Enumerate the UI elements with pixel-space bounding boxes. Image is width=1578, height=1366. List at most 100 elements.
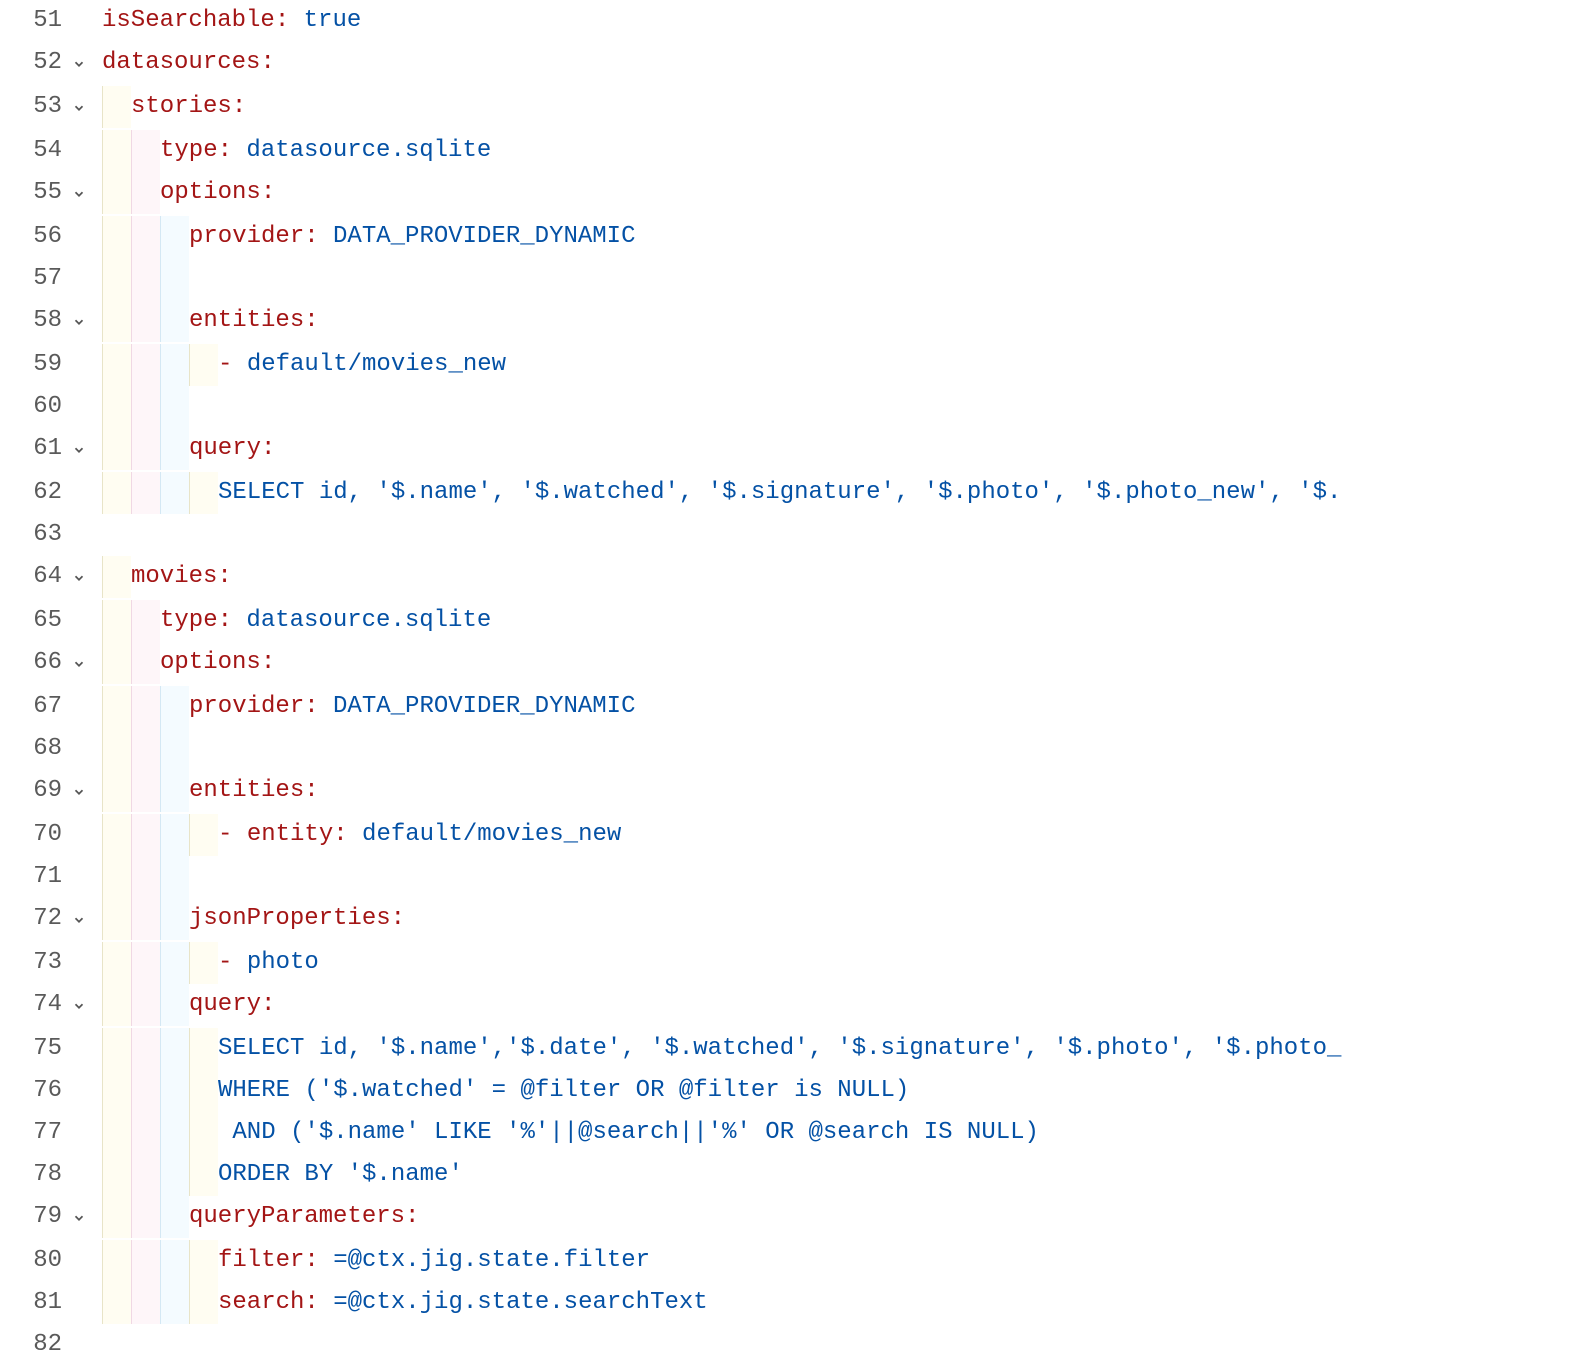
fold-toggle[interactable] bbox=[72, 642, 98, 686]
code-line[interactable]: 67 provider: DATA_PROVIDER_DYNAMIC bbox=[0, 686, 1578, 728]
code-content[interactable]: movies: bbox=[98, 556, 1578, 600]
line-number[interactable]: 74 bbox=[0, 984, 72, 1028]
code-content[interactable] bbox=[98, 1324, 1578, 1366]
code-line[interactable]: 76 WHERE ('$.watched' = @filter OR @filte… bbox=[0, 1070, 1578, 1112]
fold-toggle[interactable] bbox=[72, 556, 98, 600]
fold-toggle[interactable] bbox=[72, 428, 98, 472]
code-line[interactable]: 79 queryParameters: bbox=[0, 1196, 1578, 1240]
code-line[interactable]: 71 bbox=[0, 856, 1578, 898]
code-content[interactable] bbox=[98, 856, 1578, 898]
line-number[interactable]: 65 bbox=[0, 600, 72, 642]
fold-toggle[interactable] bbox=[72, 86, 98, 130]
line-number[interactable]: 54 bbox=[0, 130, 72, 172]
code-content[interactable]: SELECT id, '$.name', '$.watched', '$.sig… bbox=[98, 472, 1578, 514]
code-content[interactable]: - photo bbox=[98, 942, 1578, 984]
code-line[interactable]: 82 bbox=[0, 1324, 1578, 1366]
code-content[interactable]: provider: DATA_PROVIDER_DYNAMIC bbox=[98, 216, 1578, 258]
code-line[interactable]: 74 query: bbox=[0, 984, 1578, 1028]
line-number[interactable]: 52 bbox=[0, 42, 72, 86]
code-content[interactable]: options: bbox=[98, 642, 1578, 686]
code-content[interactable]: - default/movies_new bbox=[98, 344, 1578, 386]
line-number[interactable]: 71 bbox=[0, 856, 72, 898]
line-number[interactable]: 64 bbox=[0, 556, 72, 600]
code-content[interactable]: queryParameters: bbox=[98, 1196, 1578, 1240]
code-line[interactable]: 63 bbox=[0, 514, 1578, 556]
code-content[interactable] bbox=[98, 386, 1578, 428]
line-number[interactable]: 60 bbox=[0, 386, 72, 428]
line-number[interactable]: 72 bbox=[0, 898, 72, 942]
line-number[interactable]: 51 bbox=[0, 0, 72, 42]
code-content[interactable]: search: =@ctx.jig.state.searchText bbox=[98, 1282, 1578, 1324]
line-number[interactable]: 81 bbox=[0, 1282, 72, 1324]
fold-toggle[interactable] bbox=[72, 898, 98, 942]
code-content[interactable]: ORDER BY '$.name' bbox=[98, 1154, 1578, 1196]
fold-toggle[interactable] bbox=[72, 172, 98, 216]
code-line[interactable]: 65 type: datasource.sqlite bbox=[0, 600, 1578, 642]
code-line[interactable]: 62 SELECT id, '$.name', '$.watched', '$.s… bbox=[0, 472, 1578, 514]
line-number[interactable]: 55 bbox=[0, 172, 72, 216]
code-line[interactable]: 81 search: =@ctx.jig.state.searchText bbox=[0, 1282, 1578, 1324]
code-line[interactable]: 66 options: bbox=[0, 642, 1578, 686]
fold-toggle[interactable] bbox=[72, 1196, 98, 1240]
line-number[interactable]: 68 bbox=[0, 728, 72, 770]
line-number[interactable]: 61 bbox=[0, 428, 72, 472]
code-line[interactable]: 78 ORDER BY '$.name' bbox=[0, 1154, 1578, 1196]
code-content[interactable]: type: datasource.sqlite bbox=[98, 130, 1578, 172]
code-line[interactable]: 55 options: bbox=[0, 172, 1578, 216]
code-content[interactable]: options: bbox=[98, 172, 1578, 216]
line-number[interactable]: 67 bbox=[0, 686, 72, 728]
code-content[interactable]: AND ('$.name' LIKE '%'||@search||'%' OR … bbox=[98, 1112, 1578, 1154]
line-number[interactable]: 58 bbox=[0, 300, 72, 344]
line-number[interactable]: 57 bbox=[0, 258, 72, 300]
code-content[interactable]: stories: bbox=[98, 86, 1578, 130]
code-content[interactable]: query: bbox=[98, 984, 1578, 1028]
code-content[interactable]: query: bbox=[98, 428, 1578, 472]
code-line[interactable]: 56 provider: DATA_PROVIDER_DYNAMIC bbox=[0, 216, 1578, 258]
code-content[interactable]: filter: =@ctx.jig.state.filter bbox=[98, 1240, 1578, 1282]
line-number[interactable]: 73 bbox=[0, 942, 72, 984]
code-content[interactable]: jsonProperties: bbox=[98, 898, 1578, 942]
code-line[interactable]: 58 entities: bbox=[0, 300, 1578, 344]
line-number[interactable]: 79 bbox=[0, 1196, 72, 1240]
code-line[interactable]: 80 filter: =@ctx.jig.state.filter bbox=[0, 1240, 1578, 1282]
code-line[interactable]: 59 - default/movies_new bbox=[0, 344, 1578, 386]
code-line[interactable]: 75SELECT id, '$.name','$.date', '$.watch… bbox=[0, 1028, 1578, 1070]
code-editor[interactable]: 51isSearchable: true52 datasources: 53 stor… bbox=[0, 0, 1578, 1366]
code-line[interactable]: 64 movies: bbox=[0, 556, 1578, 600]
code-line[interactable]: 72 jsonProperties: bbox=[0, 898, 1578, 942]
code-content[interactable]: provider: DATA_PROVIDER_DYNAMIC bbox=[98, 686, 1578, 728]
code-content[interactable] bbox=[98, 728, 1578, 770]
code-line[interactable]: 51isSearchable: true bbox=[0, 0, 1578, 42]
line-number[interactable]: 62 bbox=[0, 472, 72, 514]
code-line[interactable]: 73 - photo bbox=[0, 942, 1578, 984]
line-number[interactable]: 77 bbox=[0, 1112, 72, 1154]
code-content[interactable]: entities: bbox=[98, 300, 1578, 344]
code-content[interactable]: WHERE ('$.watched' = @filter OR @filter … bbox=[98, 1070, 1578, 1112]
code-line[interactable]: 77 AND ('$.name' LIKE '%'||@search||'%' … bbox=[0, 1112, 1578, 1154]
line-number[interactable]: 75 bbox=[0, 1028, 72, 1070]
fold-toggle[interactable] bbox=[72, 984, 98, 1028]
code-content[interactable]: type: datasource.sqlite bbox=[98, 600, 1578, 642]
code-line[interactable]: 52 datasources: bbox=[0, 42, 1578, 86]
line-number[interactable]: 78 bbox=[0, 1154, 72, 1196]
line-number[interactable]: 56 bbox=[0, 216, 72, 258]
line-number[interactable]: 53 bbox=[0, 86, 72, 130]
code-line[interactable]: 68 bbox=[0, 728, 1578, 770]
code-content[interactable] bbox=[98, 258, 1578, 300]
fold-toggle[interactable] bbox=[72, 42, 98, 86]
code-line[interactable]: 60 bbox=[0, 386, 1578, 428]
fold-toggle[interactable] bbox=[72, 300, 98, 344]
line-number[interactable]: 76 bbox=[0, 1070, 72, 1112]
code-content[interactable] bbox=[98, 514, 1578, 556]
code-line[interactable]: 53 stories: bbox=[0, 86, 1578, 130]
line-number[interactable]: 59 bbox=[0, 344, 72, 386]
code-content[interactable]: datasources: bbox=[98, 42, 1578, 86]
code-line[interactable]: 54 type: datasource.sqlite bbox=[0, 130, 1578, 172]
code-content[interactable]: - entity: default/movies_new bbox=[98, 814, 1578, 856]
line-number[interactable]: 80 bbox=[0, 1240, 72, 1282]
code-line[interactable]: 69entities: bbox=[0, 770, 1578, 814]
line-number[interactable]: 66 bbox=[0, 642, 72, 686]
line-number[interactable]: 70 bbox=[0, 814, 72, 856]
line-number[interactable]: 63 bbox=[0, 514, 72, 556]
code-line[interactable]: 57 bbox=[0, 258, 1578, 300]
